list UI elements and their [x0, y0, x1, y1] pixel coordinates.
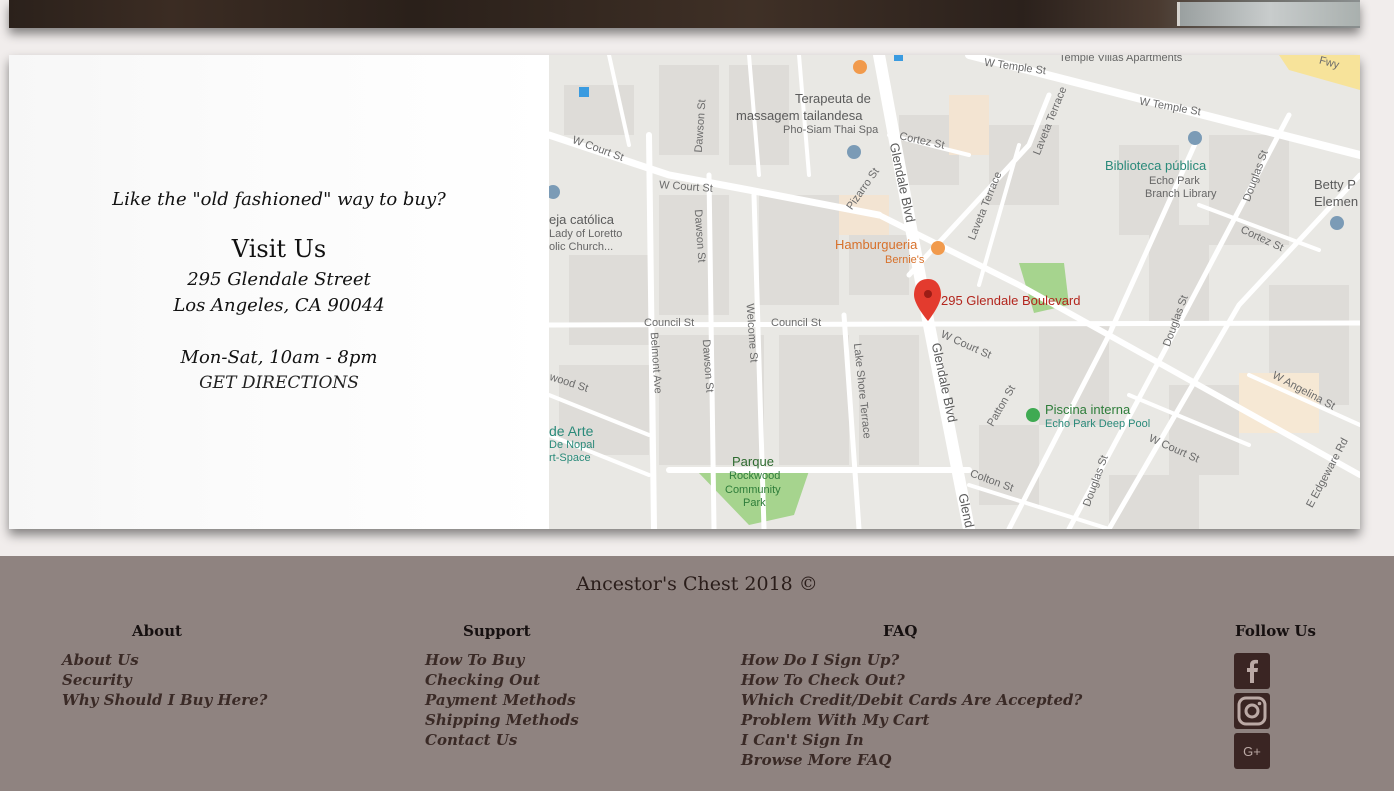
street-address: 295 Glendale Street	[187, 269, 371, 290]
map-place-label: de Arte	[549, 423, 594, 439]
map-place-label: Betty P	[1314, 177, 1356, 192]
window-image	[1177, 2, 1360, 26]
support-heading: Support	[463, 622, 531, 640]
footer-link-security[interactable]: Security	[62, 670, 267, 690]
follow-heading: Follow Us	[1235, 622, 1316, 640]
instagram-icon[interactable]	[1234, 693, 1270, 729]
site-footer: Ancestor's Chest 2018 © About About Us S…	[0, 556, 1394, 791]
map-street-label: Council St	[644, 317, 695, 329]
faq-heading: FAQ	[883, 622, 918, 640]
map-pin-label: 295 Glendale Boulevard	[941, 293, 1081, 308]
get-directions-link[interactable]: GET DIRECTIONS	[9, 373, 549, 393]
footer-link-why-buy[interactable]: Why Should I Buy Here?	[62, 690, 267, 710]
footer-link-checking-out[interactable]: Checking Out	[425, 670, 579, 690]
map-place-label: Hamburgueria	[835, 237, 918, 252]
google-plus-icon[interactable]: G+	[1234, 733, 1270, 769]
map-place-label: Rockwood	[729, 470, 781, 482]
map-place-label: Bernie's	[885, 254, 925, 266]
map-place-label: Piscina interna	[1045, 402, 1131, 417]
footer-link-payment-methods[interactable]: Payment Methods	[425, 690, 579, 710]
map-street-label: Council St	[771, 317, 822, 329]
map-streets-graphic	[549, 55, 1360, 529]
city-address: Los Angeles, CA 90044	[173, 295, 385, 316]
copyright-text: Ancestor's Chest 2018 ©	[576, 573, 818, 595]
about-heading: About	[132, 622, 182, 640]
map-place-label: olic Church...	[549, 241, 614, 253]
map-place-label: massagem tailandesa	[736, 108, 863, 123]
footer-link-check-out[interactable]: How To Check Out?	[741, 670, 1082, 690]
hero-photo-strip	[9, 0, 1360, 28]
footer-link-browse-faq[interactable]: Browse More FAQ	[741, 750, 1082, 770]
map-place-label: Temple Villas Apartments	[1059, 55, 1183, 64]
map-place-label: rt-Space	[549, 452, 591, 464]
map-place-label: Terapeuta de	[795, 91, 871, 106]
map-place-label: Branch Library	[1145, 188, 1217, 200]
store-hours: Mon-Sat, 10am - 8pm	[180, 347, 378, 368]
visit-tagline: Like the "old fashioned" way to buy?	[112, 189, 446, 210]
map-place-label: Elemen	[1314, 194, 1359, 209]
map-place-label: Parque	[732, 454, 774, 469]
footer-link-shipping-methods[interactable]: Shipping Methods	[425, 710, 579, 730]
map-place-label: Community	[725, 484, 781, 496]
map-place-label: Lady of Loretto	[549, 228, 623, 240]
facebook-icon[interactable]	[1234, 653, 1270, 689]
footer-link-contact-us[interactable]: Contact Us	[425, 730, 579, 750]
map-place-label: Park	[743, 497, 766, 509]
footer-link-sign-up[interactable]: How Do I Sign Up?	[741, 650, 1082, 670]
map-place-label: Pho-Siam Thai Spa	[783, 124, 879, 136]
footer-link-about-us[interactable]: About Us	[62, 650, 267, 670]
location-map[interactable]: Temple Villas Apartments W Temple St W T…	[549, 55, 1360, 529]
footer-link-how-to-buy[interactable]: How To Buy	[425, 650, 579, 670]
footer-link-cart-problem[interactable]: Problem With My Cart	[741, 710, 1082, 730]
map-place-label: Biblioteca pública	[1105, 158, 1207, 173]
google-plus-text: G+	[1243, 744, 1261, 759]
map-place-label: eja católica	[549, 212, 615, 227]
map-place-label: Echo Park Deep Pool	[1045, 418, 1151, 430]
footer-link-cards-accepted[interactable]: Which Credit/Debit Cards Are Accepted?	[741, 690, 1082, 710]
visit-us-card: Like the "old fashioned" way to buy? Vis…	[9, 55, 1360, 529]
visit-us-title: Visit Us	[231, 235, 327, 263]
visit-us-info: Like the "old fashioned" way to buy? Vis…	[9, 55, 549, 529]
footer-link-cant-sign-in[interactable]: I Can't Sign In	[741, 730, 1082, 750]
map-place-label: Echo Park	[1149, 175, 1200, 187]
map-place-label: De Nopal	[549, 439, 595, 451]
